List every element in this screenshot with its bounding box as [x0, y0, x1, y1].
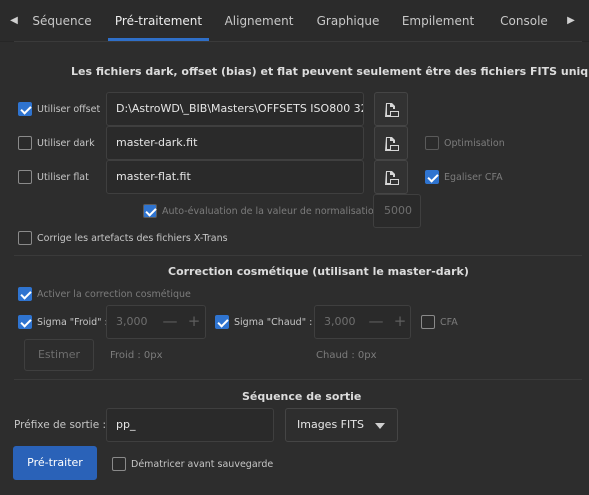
tab-scroll-right-icon[interactable]: ▶ — [566, 13, 576, 29]
output-format-value: Images FITS — [297, 418, 364, 431]
cfa-checkbox[interactable] — [421, 315, 435, 329]
use-dark-label: Utiliser dark — [37, 138, 95, 149]
sigma-hot-decrement[interactable]: — — [366, 305, 386, 339]
chevron-down-icon — [375, 423, 385, 429]
egaliser-cfa-checkbox[interactable] — [425, 170, 439, 184]
offset-path-field[interactable]: D:\AstroWD\_BIB\Masters\OFFSETS ISO800 3… — [106, 92, 364, 126]
use-flat-checkbox[interactable] — [18, 170, 32, 184]
activate-cosmetic-checkbox[interactable] — [18, 287, 32, 301]
output-format-select[interactable]: Images FITS — [285, 408, 398, 442]
estimate-button[interactable]: Estimer — [24, 339, 94, 371]
xtrans-checkbox[interactable] — [18, 231, 32, 245]
document-open-icon — [385, 137, 399, 151]
tab-bar: ◀ Séquence Pré-traitement Alignement Gra… — [0, 0, 589, 42]
tab-sequence[interactable]: Séquence — [28, 0, 96, 42]
sigma-cold-label: Sigma "Froid" : — [37, 317, 108, 328]
tab-alignement[interactable]: Alignement — [220, 0, 298, 42]
normalisation-value-field[interactable]: 5000 — [373, 194, 421, 228]
use-offset-label: Utiliser offset — [37, 104, 101, 115]
debayer-label: Dématricer avant sauvegarde — [131, 459, 274, 470]
document-open-icon — [385, 171, 399, 185]
use-dark-checkbox[interactable] — [18, 136, 32, 150]
tab-scroll-left-icon[interactable]: ◀ — [9, 13, 19, 29]
document-open-icon — [385, 103, 399, 117]
cosmetic-heading: Correction cosmétique (utilisant le mast… — [168, 265, 469, 278]
egaliser-cfa-label: Egaliser CFA — [444, 172, 503, 183]
optimisation-label: Optimisation — [444, 138, 505, 149]
xtrans-label: Corrige les artefacts des fichiers X-Tra… — [37, 233, 228, 244]
flat-browse-button[interactable] — [374, 160, 408, 194]
tab-pretraitement[interactable]: Pré-traitement — [108, 0, 209, 42]
cfa-label: CFA — [440, 317, 458, 328]
sigma-cold-checkbox[interactable] — [18, 315, 32, 329]
section-divider — [14, 255, 582, 256]
flat-path-field[interactable]: master-flat.fit — [106, 160, 364, 194]
section-divider — [14, 379, 582, 380]
debayer-checkbox[interactable] — [112, 457, 126, 471]
tab-empilement[interactable]: Empilement — [400, 0, 476, 42]
activate-cosmetic-label: Activer la correction cosmétique — [37, 289, 191, 300]
sigma-cold-decrement[interactable]: — — [160, 305, 180, 339]
cold-result-label: Froid : 0px — [110, 350, 163, 361]
tab-divider — [14, 41, 582, 42]
sigma-hot-checkbox[interactable] — [215, 315, 229, 329]
tab-graphique[interactable]: Graphique — [313, 0, 383, 42]
auto-evaluation-label: Auto-évaluation de la valeur de normalis… — [162, 206, 380, 217]
hot-result-label: Chaud : 0px — [316, 350, 377, 361]
output-prefix-input[interactable]: pp_ — [106, 408, 274, 442]
auto-evaluation-checkbox[interactable] — [143, 204, 157, 218]
calibration-heading: Les fichiers dark, offset (bias) et flat… — [71, 65, 589, 78]
dark-path-field[interactable]: master-dark.fit — [106, 126, 364, 160]
sigma-cold-increment[interactable]: + — [184, 305, 204, 339]
sigma-hot-increment[interactable]: + — [390, 305, 410, 339]
use-flat-label: Utiliser flat — [37, 172, 89, 183]
use-offset-checkbox[interactable] — [18, 102, 32, 116]
pretraiter-button[interactable]: Pré-traiter — [13, 446, 97, 480]
tab-console[interactable]: Console — [496, 0, 552, 42]
optimisation-checkbox[interactable] — [425, 136, 439, 150]
output-prefix-label: Préfixe de sortie : — [14, 419, 107, 431]
output-heading: Séquence de sortie — [242, 390, 362, 403]
dark-browse-button[interactable] — [374, 126, 408, 160]
offset-browse-button[interactable] — [374, 92, 408, 126]
sigma-hot-label: Sigma "Chaud" : — [234, 317, 313, 328]
